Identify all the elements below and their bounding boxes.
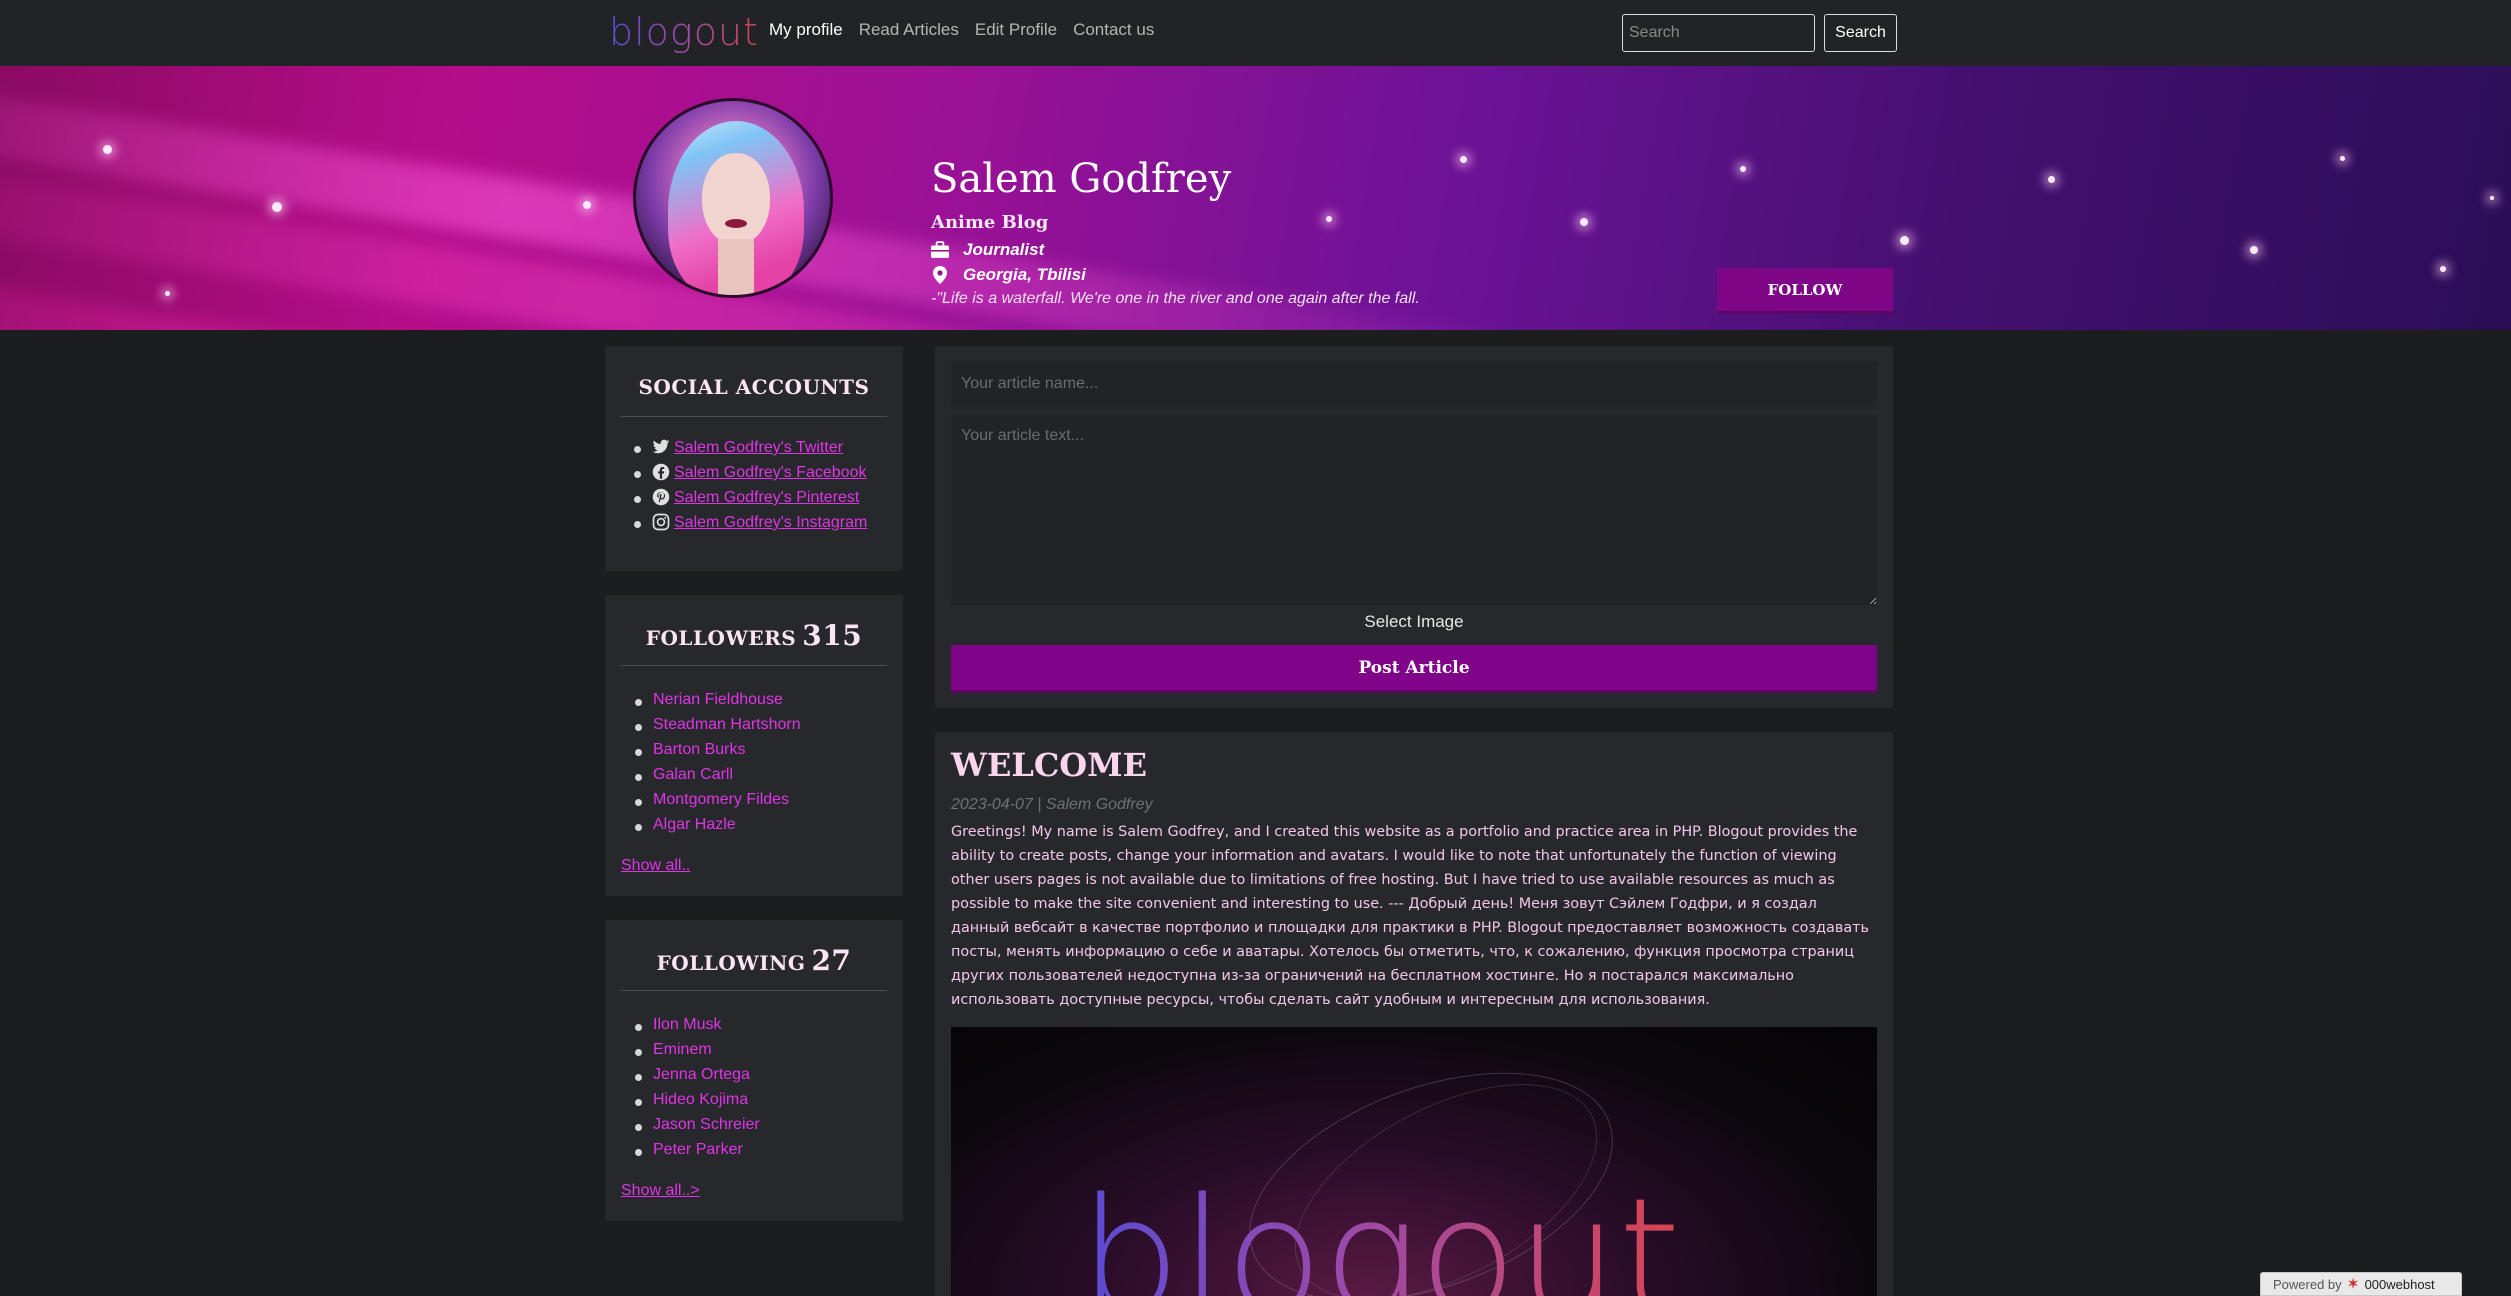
banner-star [2340,156,2345,161]
search-button[interactable]: Search [1824,14,1897,52]
social-links-list: Salem Godfrey's Twitter Salem Godfrey's … [633,438,867,538]
post-image: blogout [951,1027,1877,1296]
nav-link-read-articles[interactable]: Read Articles [859,20,959,40]
twitter-icon [652,439,670,454]
post-title: WELCOME [951,746,1147,784]
article-name-input[interactable] [951,361,1877,406]
banner-star [2440,266,2446,272]
banner-star [1460,156,1467,163]
follow-button[interactable]: FOLLOW [1717,268,1893,314]
webhost-logo-icon: ✶ [2347,1276,2359,1291]
search-input[interactable] [1622,14,1815,52]
divider [621,990,887,991]
avatar-lips [725,219,747,228]
follower-item[interactable]: Nerian Fieldhouse [635,691,801,716]
social-accounts-title: SOCIAL ACCOUNTS [638,375,870,399]
banner-star [2250,246,2258,254]
site-logo[interactable]: blogout [609,10,759,54]
article-text-input[interactable] [951,415,1877,605]
instagram-link[interactable]: Salem Godfrey's Instagram [674,514,867,531]
profile-blog-name: Anime Blog [931,212,1049,233]
post-image-wordmark: blogout [1079,1177,1681,1296]
avatar [633,98,833,298]
profile-location: Georgia, Tbilisi [963,265,1086,284]
list-item: Salem Godfrey's Instagram [633,513,867,538]
follower-item[interactable]: Montgomery Fildes [635,791,801,816]
list-item: Salem Godfrey's Twitter [633,438,867,463]
facebook-link[interactable]: Salem Godfrey's Facebook [674,464,866,481]
banner-star [1900,236,1909,245]
following-label: FOLLOWING [656,951,806,975]
banner-star [2048,176,2055,183]
banner-star [1740,166,1746,172]
nav-link-contact-us[interactable]: Contact us [1073,20,1154,40]
following-item[interactable]: Jenna Ortega [635,1066,760,1091]
twitter-link[interactable]: Salem Godfrey's Twitter [674,439,843,456]
following-list: Ilon Musk Eminem Jenna Ortega Hideo Koji… [635,1016,760,1166]
following-card: FOLLOWING 27 Ilon Musk Eminem Jenna Orteg… [605,920,903,1221]
divider [621,416,887,417]
powered-by-label: Powered by [2273,1276,2342,1292]
facebook-icon [652,463,670,481]
following-item[interactable]: Eminem [635,1041,760,1066]
follower-item[interactable]: Algar Hazle [635,816,801,841]
following-item[interactable]: Ilon Musk [635,1016,760,1041]
navbar: blogout My profile Read Articles Edit Pr… [0,0,2511,66]
followers-list: Nerian Fieldhouse Steadman Hartshorn Bar… [635,691,801,841]
following-title: FOLLOWING 27 [605,944,903,977]
profile-job: Journalist [963,240,1045,259]
followers-count: 315 [802,619,863,652]
banner-star [103,145,112,154]
banner-star [165,291,170,296]
instagram-icon [652,513,670,531]
banner-star [1580,218,1588,226]
banner-star [272,202,282,212]
post-body: Greetings! My name is Salem Godfrey, and… [951,824,1870,1008]
divider [621,665,887,666]
following-item[interactable]: Peter Parker [635,1141,760,1166]
powered-by-badge[interactable]: Powered by ✶ 000webhost [2260,1272,2462,1296]
followers-label: FOLLOWERS [645,626,797,650]
profile-location-row: Georgia, Tbilisi [931,265,1086,285]
banner-star [583,201,591,209]
followers-show-all-link[interactable]: Show all.. [621,857,690,875]
followers-title: FOLLOWERS 315 [605,619,903,652]
banner-star [2490,196,2494,200]
banner-star [1326,216,1332,222]
profile-name: Salem Godfrey [931,156,1232,202]
pinterest-icon [652,488,670,506]
follower-item[interactable]: Galan Carll [635,766,801,791]
avatar-face [702,153,770,245]
pinterest-link[interactable]: Salem Godfrey's Pinterest [674,489,859,506]
following-item[interactable]: Hideo Kojima [635,1091,760,1116]
briefcase-icon [931,241,949,258]
profile-quote: -"Life is a waterfall. We're one in the … [931,290,1420,307]
following-count: 27 [811,944,852,977]
followers-card: FOLLOWERS 315 Nerian Fieldhouse Steadman … [605,595,903,896]
profile-banner: Salem Godfrey Anime Blog Journalist Geor… [0,66,2511,330]
social-accounts-card: SOCIAL ACCOUNTS Salem Godfrey's Twitter … [605,346,903,571]
nav-links: My profile Read Articles Edit Profile Co… [769,20,1170,40]
location-pin-icon [933,266,947,284]
list-item: Salem Godfrey's Pinterest [633,488,867,513]
post-meta: 2023-04-07 | Salem Godfrey [951,796,1153,813]
follower-item[interactable]: Steadman Hartshorn [635,716,801,741]
nav-link-my-profile[interactable]: My profile [769,20,843,40]
webhost-name: 000webhost [2364,1276,2435,1292]
following-show-all-link[interactable]: Show all..> [621,1182,700,1200]
following-item[interactable]: Jason Schreier [635,1116,760,1141]
nav-link-edit-profile[interactable]: Edit Profile [975,20,1057,40]
avatar-neck [718,239,754,295]
profile-job-row: Journalist [931,240,1044,260]
list-item: Salem Godfrey's Facebook [633,463,867,488]
select-image-button[interactable]: Select Image [951,612,1877,632]
post-article-button[interactable]: Post Article [951,645,1877,693]
follower-item[interactable]: Barton Burks [635,741,801,766]
